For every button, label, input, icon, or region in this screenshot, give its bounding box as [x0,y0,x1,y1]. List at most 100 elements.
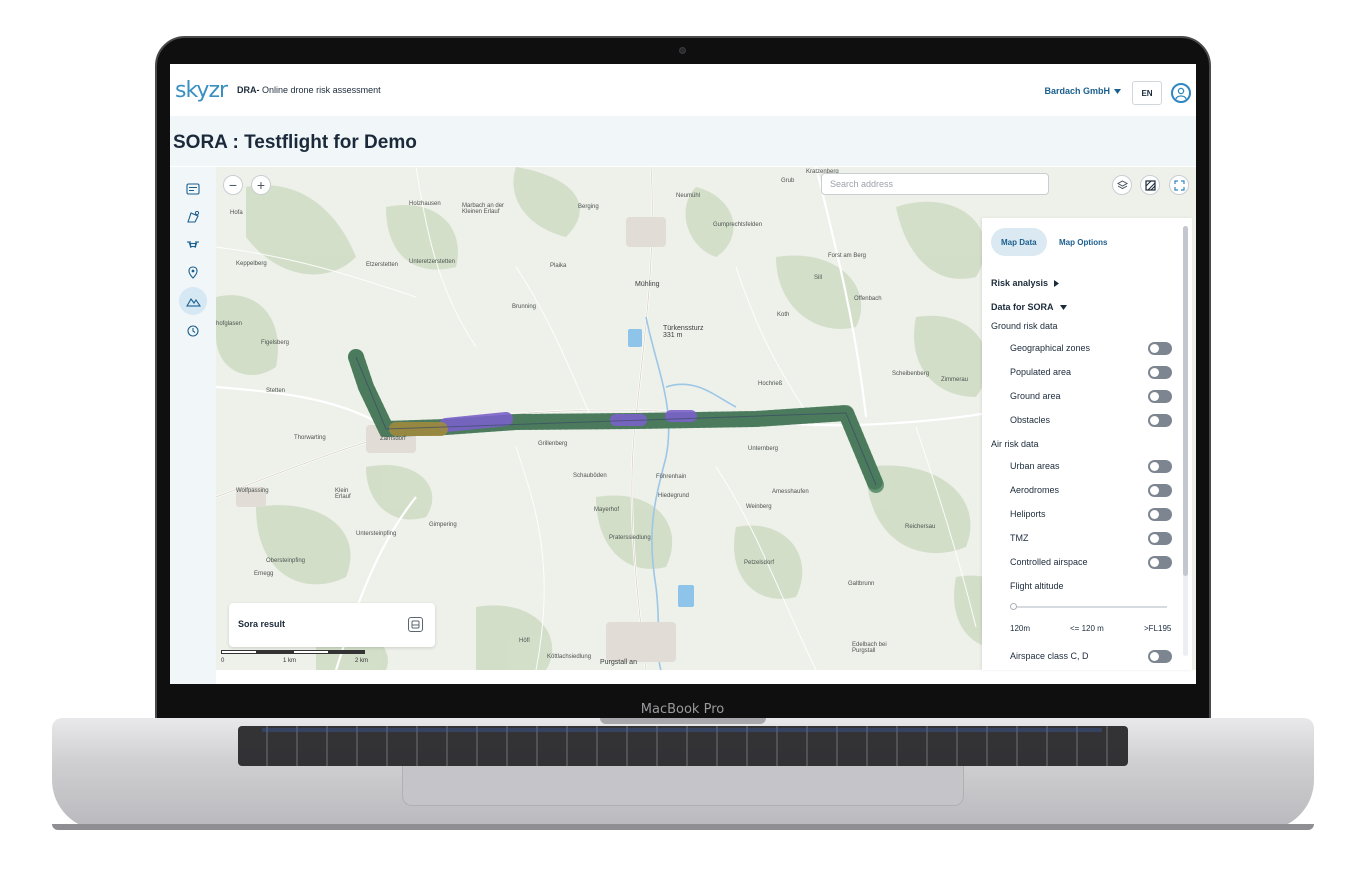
sidebar-item-sora[interactable] [179,287,207,315]
drone-icon [187,241,199,249]
map-label: Offenbach [854,296,882,302]
flight-corridor [348,349,884,493]
scale-segment [221,650,257,654]
scale-segment [329,650,365,654]
airspace-class-cd-toggle[interactable] [1148,649,1172,663]
geographical-zones-toggle[interactable] [1148,341,1172,355]
tab-map-data[interactable]: Map Data [991,228,1047,256]
urban-areas-toggle[interactable] [1148,459,1172,473]
zoom-out-button[interactable]: − [223,175,243,195]
flight-altitude-label: Flight altitude [1010,581,1064,591]
ground-risk-label: Ground risk data [991,321,1058,331]
flight-altitude-slider[interactable] [1012,606,1167,608]
location-pin-icon [188,266,198,279]
map-label: Grub [781,178,795,184]
data-for-sora-toggle[interactable]: Data for SORA [991,302,1067,312]
toggle-row[interactable]: Controlled airspace [1010,554,1172,570]
toggle-row[interactable]: Heliports [1010,506,1172,522]
sora-result-card[interactable]: Sora result [229,603,435,647]
app-subtitle: DRA- Online drone risk assessment [237,85,381,95]
organization-select[interactable]: Bardach GmbH [1044,86,1121,96]
organization-name: Bardach GmbH [1044,86,1110,96]
map-label: Hofa [230,210,243,216]
drone-area-icon [187,210,200,223]
sidebar-item-flight-data[interactable] [181,177,205,201]
map-label: Plaika [550,263,567,269]
map-label: Köttlachsiedlung [547,654,592,660]
toggle-row[interactable]: Aerodromes [1010,482,1172,498]
aerodromes-toggle[interactable] [1148,483,1172,497]
toggle-label: Populated area [1010,367,1072,377]
map-label: Petzelsdorf [744,560,775,566]
app-subtitle-text: Online drone risk assessment [259,85,381,95]
map-label: Reichersau [905,524,936,530]
touch-bar [262,728,1102,732]
layers-list-icon [186,183,200,195]
altitude-mid-label: <= 120 m [1070,624,1104,633]
risk-analysis-label: Risk analysis [991,278,1049,288]
toggle-row[interactable]: Geographical zones [1010,340,1172,356]
panel-scrollbar-thumb[interactable] [1183,226,1188,576]
layers-button[interactable] [1112,175,1132,195]
map-label: Marbach an der Kleinen Erlauf [462,203,505,215]
sidebar-item-operation-area[interactable] [181,205,205,229]
map-label: Obersteinpfing [266,558,306,564]
map-label: Unternberg [748,446,779,452]
controlled-airspace-toggle[interactable] [1148,555,1172,569]
tab-map-options[interactable]: Map Options [1049,228,1117,256]
flight-altitude-slider-handle[interactable] [1010,603,1017,610]
toggle-row[interactable]: Populated area [1010,364,1172,380]
data-for-sora-label: Data for SORA [991,302,1054,312]
sidebar-item-drone[interactable] [181,233,205,257]
toggle-row[interactable]: Obstacles [1010,412,1172,428]
map-label: Purgstall an [600,659,637,666]
map-label: Amesshaufen [772,489,809,495]
map-label: Gimpering [429,522,457,528]
avatar[interactable] [1171,83,1191,103]
map-label: Edelbach bei Purgstall [852,642,887,654]
map-label: Sill [814,275,823,281]
lid-notch [600,718,766,724]
user-icon [1175,87,1187,100]
map-label: Höfl [519,638,530,644]
scale-bar: 0 1 km 2 km [221,650,371,670]
camera [679,47,686,54]
populated-area-toggle[interactable] [1148,365,1172,379]
map-label: Hochrieß [758,381,783,387]
toggle-row[interactable]: Urban areas [1010,458,1172,474]
toggle-row[interactable]: TMZ [1010,530,1172,546]
ground-area-toggle[interactable] [1148,389,1172,403]
altitude-min-label: 120m [1010,624,1031,633]
toggle-row[interactable]: Ground area [1010,388,1172,404]
scale-label-zero: 0 [221,658,225,664]
zoom-in-button[interactable]: + [251,175,271,195]
obstacles-toggle[interactable] [1148,413,1172,427]
app-header: skyzr DRA- Online drone risk assessment … [170,64,1196,116]
toggle-label: TMZ [1010,533,1029,543]
map-label: Galtbrunn [848,581,875,587]
fullscreen-button[interactable] [1169,175,1189,195]
search-address-input[interactable] [821,173,1049,195]
sidebar [170,167,216,684]
map-label: Praterssiedlung [609,535,651,541]
risk-analysis-toggle[interactable]: Risk analysis [991,278,1060,288]
tmz-toggle[interactable] [1148,531,1172,545]
sidebar-item-location[interactable] [181,261,205,285]
keyboard [238,726,1128,766]
language-button[interactable]: EN [1132,81,1162,105]
map-label: Grillenberg [538,441,568,447]
sora-result-expand-button[interactable] [408,617,423,632]
hatch-button[interactable] [1140,175,1160,195]
map-data-panel: Map Data Map Options Risk analysis Data … [982,218,1192,670]
chevron-down-icon [1114,88,1121,94]
map-label: Scheibenberg [892,371,930,377]
heliports-toggle[interactable] [1148,507,1172,521]
logo[interactable]: skyzr [175,78,228,103]
chevron-down-icon [1059,304,1067,310]
chevron-right-icon [1054,279,1060,287]
map-label: hofglasen [216,321,243,327]
map-label: Neumühl [676,193,701,199]
sidebar-item-history[interactable] [181,319,205,343]
toggle-row[interactable]: Airspace class C, D [1010,648,1172,664]
map-label: Mühling [635,281,660,288]
